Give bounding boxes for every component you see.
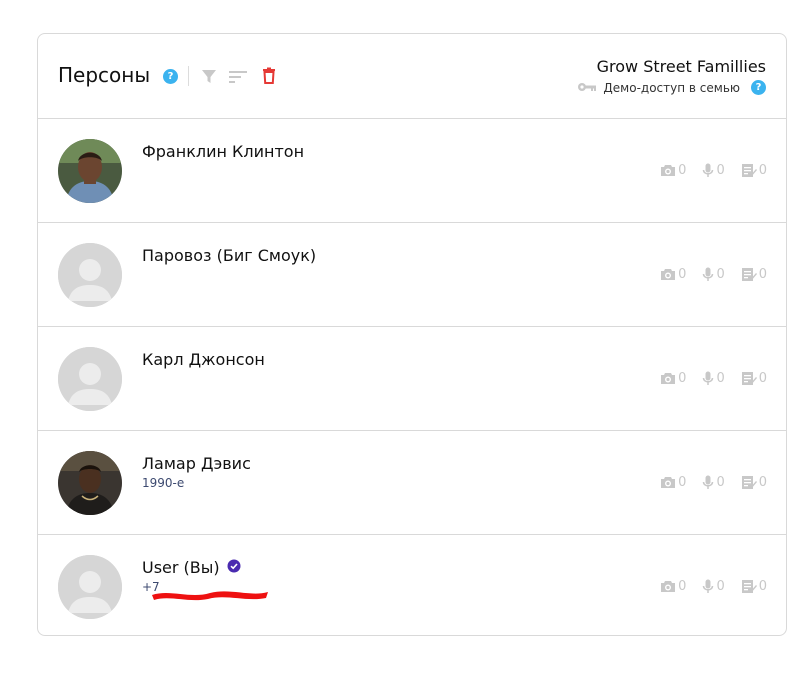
camera-icon [661, 269, 676, 280]
person-name: Паровоз (Биг Смоук) [142, 246, 317, 265]
toolbar-divider [188, 66, 189, 86]
sort-icon[interactable] [228, 66, 248, 86]
person-name: Ламар Дэвис [142, 454, 251, 473]
avatar-placeholder [58, 347, 122, 411]
verified-icon [227, 558, 241, 577]
microphone-icon [703, 267, 714, 281]
trash-icon[interactable] [261, 66, 281, 86]
camera-icon [661, 581, 676, 592]
person-row[interactable]: Паровоз (Биг Смоук) 0 0 0 [38, 223, 786, 327]
avatar [58, 139, 122, 203]
notes-icon [741, 372, 757, 385]
avatar [58, 451, 122, 515]
family-name: Grow Street Famillies [596, 57, 766, 76]
person-subtitle: 1990-е [142, 476, 185, 490]
key-icon [577, 81, 597, 95]
photos-count: 0 [678, 163, 687, 178]
notes-icon [741, 164, 757, 177]
audio-count: 0 [716, 579, 725, 594]
microphone-icon [703, 163, 714, 177]
person-row[interactable]: Ламар Дэвис 1990-е 0 0 0 [38, 431, 786, 535]
page-title: Персоны [58, 63, 151, 87]
photos-count: 0 [678, 579, 687, 594]
notes-icon [741, 476, 757, 489]
person-stats: 0 0 0 [644, 163, 767, 178]
notes-count: 0 [758, 371, 767, 386]
person-name: Франклин Клинтон [142, 142, 305, 161]
access-label: Демо-доступ в семью [603, 80, 740, 95]
camera-icon [661, 165, 676, 176]
person-name: User (Вы) [142, 558, 241, 577]
camera-icon [661, 373, 676, 384]
audio-count: 0 [716, 163, 725, 178]
family-access: Демо-доступ в семью ? [577, 80, 766, 95]
notes-count: 0 [758, 579, 767, 594]
audio-count: 0 [716, 475, 725, 490]
notes-count: 0 [758, 267, 767, 282]
audio-count: 0 [716, 267, 725, 282]
help-icon[interactable]: ? [163, 69, 178, 84]
person-name: Карл Джонсон [142, 350, 265, 369]
person-stats: 0 0 0 [644, 579, 767, 594]
microphone-icon [703, 579, 714, 593]
redaction-scribble [152, 591, 268, 601]
persons-card: Персоны ? Grow Street Famillies Демо-дос… [37, 33, 787, 636]
person-row[interactable]: User (Вы) +7 0 0 0 [38, 535, 786, 638]
person-stats: 0 0 0 [644, 475, 767, 490]
microphone-icon [703, 371, 714, 385]
filter-icon[interactable] [200, 66, 220, 86]
audio-count: 0 [716, 371, 725, 386]
photos-count: 0 [678, 371, 687, 386]
person-row[interactable]: Франклин Клинтон 0 0 0 [38, 119, 786, 223]
access-help-icon[interactable]: ? [751, 80, 766, 95]
microphone-icon [703, 475, 714, 489]
avatar-placeholder [58, 243, 122, 307]
notes-icon [741, 580, 757, 593]
notes-count: 0 [758, 163, 767, 178]
photos-count: 0 [678, 267, 687, 282]
person-stats: 0 0 0 [644, 267, 767, 282]
card-header: Персоны ? Grow Street Famillies Демо-дос… [38, 34, 786, 119]
notes-icon [741, 268, 757, 281]
notes-count: 0 [758, 475, 767, 490]
camera-icon [661, 477, 676, 488]
photos-count: 0 [678, 475, 687, 490]
person-stats: 0 0 0 [644, 371, 767, 386]
person-row[interactable]: Карл Джонсон 0 0 0 [38, 327, 786, 431]
avatar-placeholder [58, 555, 122, 619]
